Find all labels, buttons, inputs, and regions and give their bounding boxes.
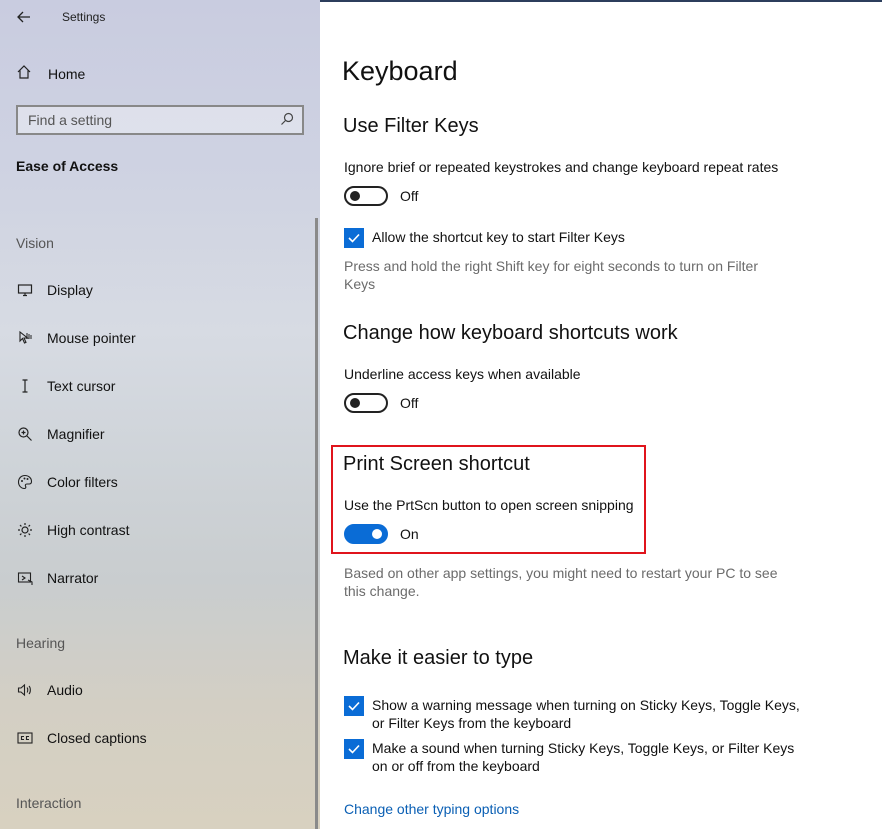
filter-keys-toggle[interactable]	[344, 186, 388, 206]
mouse-pointer-icon	[16, 329, 34, 347]
filter-keys-shortcut-checkbox[interactable]	[344, 228, 364, 248]
sidebar-item-label: High contrast	[47, 522, 130, 538]
sidebar-item-display[interactable]: Display	[16, 276, 306, 304]
search-box[interactable]	[16, 105, 304, 135]
filter-keys-shortcut-checkbox-row[interactable]: Allow the shortcut key to start Filter K…	[344, 228, 802, 248]
title-bar: Settings	[0, 0, 320, 34]
filter-keys-heading: Use Filter Keys	[343, 115, 479, 137]
speaker-icon	[16, 681, 34, 699]
sidebar-item-narrator[interactable]: Narrator	[16, 564, 306, 592]
sidebar: Settings Home Ease of Access Vision Disp…	[0, 0, 320, 829]
sidebar-item-closed-captions[interactable]: Closed captions	[16, 724, 306, 752]
filter-keys-description: Ignore brief or repeated keystrokes and …	[344, 159, 779, 175]
print-screen-note: Based on other app settings, you might n…	[344, 565, 778, 599]
toggle-knob	[350, 191, 360, 201]
change-typing-options-link[interactable]: Change other typing options	[344, 801, 519, 817]
sidebar-item-audio[interactable]: Audio	[16, 676, 306, 704]
checkmark-icon	[348, 701, 360, 711]
filter-keys-toggle-row: Off	[344, 185, 418, 207]
sidebar-item-label: Color filters	[47, 474, 118, 490]
sidebar-item-color-filters[interactable]: Color filters	[16, 468, 306, 496]
filter-keys-toggle-state: Off	[400, 188, 419, 204]
main-content: Keyboard Use Filter Keys Ignore brief or…	[320, 0, 882, 829]
group-header-hearing: Hearing	[16, 635, 66, 651]
page-title: Keyboard	[342, 56, 458, 86]
sidebar-item-label: Display	[47, 282, 93, 298]
group-header-interaction: Interaction	[16, 795, 82, 811]
home-label: Home	[48, 66, 86, 82]
sun-contrast-icon	[16, 521, 34, 539]
warning-message-checkbox[interactable]	[344, 696, 364, 716]
warning-message-label: Show a warning message when turning on S…	[372, 697, 800, 731]
search-icon[interactable]	[280, 112, 294, 129]
magnifier-icon	[16, 425, 34, 443]
sidebar-item-label: Audio	[47, 682, 83, 698]
sidebar-item-label: Closed captions	[47, 730, 147, 746]
shortcuts-heading: Change how keyboard shortcuts work	[343, 322, 678, 344]
warning-message-checkbox-row[interactable]: Show a warning message when turning on S…	[344, 696, 802, 732]
shortcuts-description: Underline access keys when available	[344, 366, 581, 382]
toggle-knob	[350, 398, 360, 408]
sound-checkbox[interactable]	[344, 739, 364, 759]
text-cursor-icon	[16, 377, 34, 395]
search-input[interactable]	[18, 112, 268, 128]
print-screen-highlight-box	[331, 445, 646, 554]
sound-label: Make a sound when turning Sticky Keys, T…	[372, 740, 795, 774]
sidebar-item-label: Narrator	[47, 570, 99, 586]
sidebar-scrollbar[interactable]	[315, 218, 318, 829]
back-button[interactable]	[12, 6, 36, 28]
sidebar-item-magnifier[interactable]: Magnifier	[16, 420, 306, 448]
filter-keys-hint: Press and hold the right Shift key for e…	[344, 258, 758, 292]
sound-checkbox-row[interactable]: Make a sound when turning Sticky Keys, T…	[344, 739, 802, 775]
section-title: Ease of Access	[16, 158, 119, 174]
underline-access-keys-toggle-state: Off	[400, 395, 419, 411]
group-header-vision: Vision	[16, 235, 54, 251]
sidebar-item-label: Mouse pointer	[47, 330, 136, 346]
sidebar-item-mouse-pointer[interactable]: Mouse pointer	[16, 324, 306, 352]
checkmark-icon	[348, 744, 360, 754]
easier-to-type-heading: Make it easier to type	[343, 647, 534, 669]
back-arrow-icon	[17, 11, 30, 23]
sidebar-item-label: Text cursor	[47, 378, 116, 394]
checkmark-icon	[348, 233, 360, 243]
shortcuts-toggle-row: Off	[344, 392, 418, 414]
monitor-icon	[16, 281, 34, 299]
sidebar-item-label: Magnifier	[47, 426, 105, 442]
home-icon	[16, 64, 36, 84]
closed-captions-icon	[16, 729, 34, 747]
palette-icon	[16, 473, 34, 491]
filter-keys-shortcut-label: Allow the shortcut key to start Filter K…	[372, 229, 625, 245]
narrator-icon	[16, 569, 34, 587]
sidebar-item-text-cursor[interactable]: Text cursor	[16, 372, 306, 400]
top-accent-line	[320, 0, 882, 2]
underline-access-keys-toggle[interactable]	[344, 393, 388, 413]
home-nav-item[interactable]: Home	[16, 62, 85, 86]
sidebar-item-high-contrast[interactable]: High contrast	[16, 516, 306, 544]
app-title: Settings	[62, 10, 106, 24]
